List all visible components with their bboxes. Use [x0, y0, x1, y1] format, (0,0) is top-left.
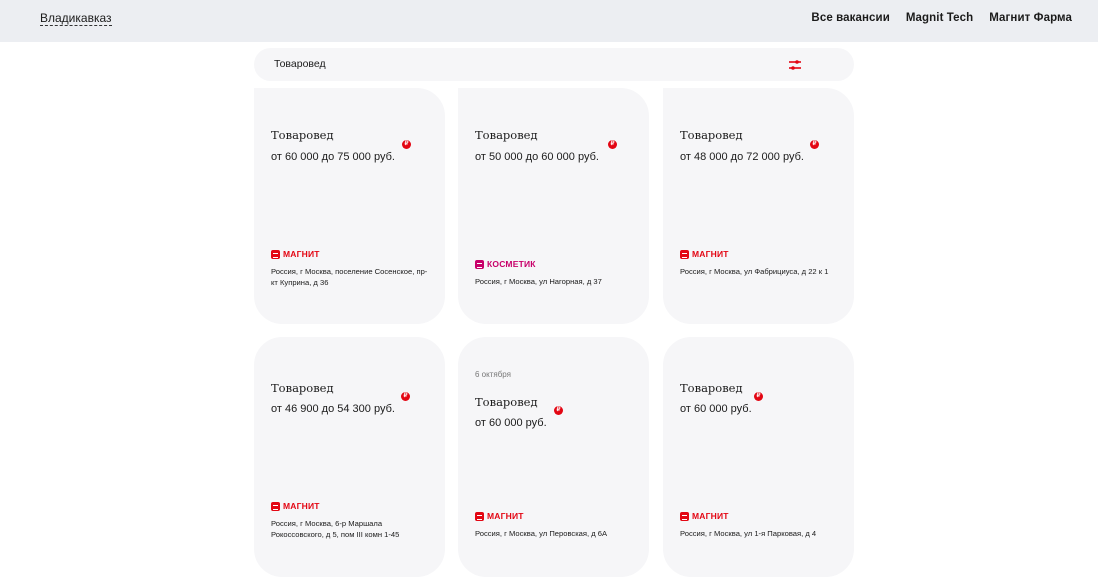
brand-logo: МАГНИТ	[680, 511, 729, 521]
vacancy-title: Товаровед	[475, 395, 538, 409]
ruble-icon: ₽	[810, 140, 819, 149]
vacancy-address: Россия, г Москва, поселение Сосенское, п…	[271, 267, 428, 287]
brand-logo: МАГНИТ	[271, 501, 320, 511]
ruble-icon: ₽	[401, 392, 410, 401]
vacancy-salary: от 48 000 до 72 000 руб.	[680, 151, 804, 163]
brand-logo: МАГНИТ	[680, 249, 729, 259]
vacancy-title: Товаровед	[680, 128, 743, 142]
magnit-logo-icon	[271, 249, 280, 259]
vacancy-salary: от 50 000 до 60 000 руб.	[475, 151, 599, 163]
vacancy-address: Россия, г Москва, ул Фабрициуса, д 22 к …	[680, 267, 829, 276]
vacancy-date: 6 октября	[475, 370, 511, 379]
brand-name: МАГНИТ	[692, 511, 729, 521]
vacancy-salary: от 46 900 до 54 300 руб.	[271, 403, 395, 415]
brand-logo: КОСМЕТИК	[475, 259, 536, 269]
vacancy-card[interactable]: Товаровед ₽ от 46 900 до 54 300 руб. МАГ…	[254, 337, 445, 577]
vacancy-address: Россия, г Москва, ул Нагорная, д 37	[475, 277, 602, 286]
vacancy-card[interactable]: 6 октября Товаровед ₽ от 60 000 руб. МАГ…	[458, 337, 649, 577]
ruble-icon: ₽	[402, 140, 411, 149]
vacancy-card[interactable]: Товаровед ₽ от 60 000 руб. МАГНИТ Россия…	[663, 337, 854, 577]
vacancy-card[interactable]: Товаровед ₽ от 50 000 до 60 000 руб. КОС…	[458, 88, 649, 324]
vacancy-title: Товаровед	[271, 128, 334, 142]
vacancy-salary: от 60 000 руб.	[680, 403, 752, 415]
vacancy-card[interactable]: Товаровед ₽ от 60 000 до 75 000 руб. МАГ…	[254, 88, 445, 324]
vacancy-title: Товаровед	[680, 381, 743, 395]
ruble-icon: ₽	[608, 140, 617, 149]
brand-name: МАГНИТ	[487, 511, 524, 521]
magnit-logo-icon	[475, 511, 484, 521]
nav-magnit-pharma[interactable]: Магнит Фарма	[989, 12, 1072, 24]
top-header: Владикавказ Все вакансии Magnit Tech Маг…	[0, 0, 1098, 42]
magnit-logo-icon	[271, 501, 280, 511]
vacancy-card[interactable]: Товаровед ₽ от 48 000 до 72 000 руб. МАГ…	[663, 88, 854, 324]
filter-icon[interactable]	[788, 59, 802, 71]
brand-name: МАГНИТ	[283, 501, 320, 511]
nav-magnit-tech[interactable]: Magnit Tech	[906, 12, 973, 24]
ruble-icon: ₽	[554, 406, 563, 415]
nav-all-vacancies[interactable]: Все вакансии	[811, 12, 889, 24]
brand-logo: МАГНИТ	[475, 511, 524, 521]
ruble-icon: ₽	[754, 392, 763, 401]
vacancy-salary: от 60 000 до 75 000 руб.	[271, 151, 395, 163]
magnit-logo-icon	[680, 511, 689, 521]
main-nav: Все вакансии Magnit Tech Магнит Фарма	[811, 12, 1072, 24]
magnit-logo-icon	[680, 249, 689, 259]
vacancy-salary: от 60 000 руб.	[475, 417, 547, 429]
vacancy-title: Товаровед	[475, 128, 538, 142]
search-input[interactable]: Товаровед	[274, 58, 326, 70]
brand-name: МАГНИТ	[692, 249, 729, 259]
brand-name: МАГНИТ	[283, 249, 320, 259]
vacancy-address: Россия, г Москва, ул 1-я Парковая, д 4	[680, 529, 817, 538]
search-bar[interactable]: Товаровед	[254, 48, 854, 81]
vacancy-address: Россия, г Москва, ул Перовская, д 6А	[475, 529, 608, 538]
vacancy-title: Товаровед	[271, 381, 334, 395]
vacancy-address: Россия, г Москва, 6-р Маршала Рокоссовск…	[271, 519, 400, 539]
brand-name: КОСМЕТИК	[487, 259, 536, 269]
city-selector[interactable]: Владикавказ	[40, 11, 112, 26]
brand-logo: МАГНИТ	[271, 249, 320, 259]
cosmetic-logo-icon	[475, 259, 484, 269]
